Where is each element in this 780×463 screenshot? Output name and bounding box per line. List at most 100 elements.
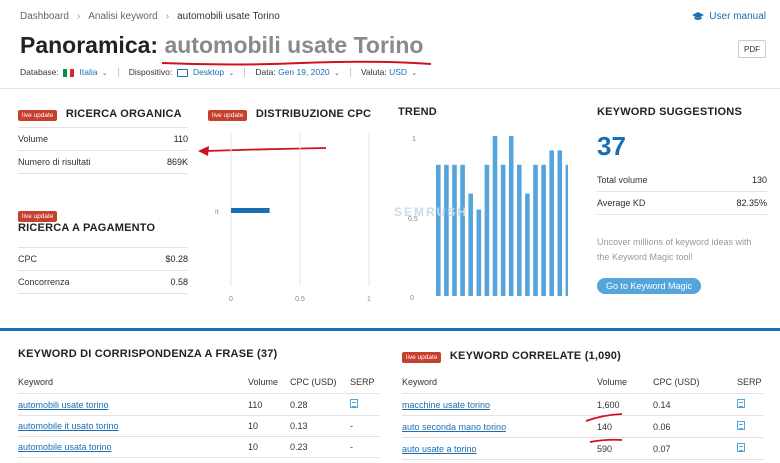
trend-bar: [541, 164, 546, 296]
keyword-link[interactable]: macchine usate torino: [402, 400, 490, 410]
keyword-link[interactable]: auto usate a torino: [402, 444, 477, 454]
table-row: auto seconda mano torino 140 0.06: [402, 415, 764, 438]
trend-bar: [444, 164, 449, 296]
row-label: Volume: [18, 134, 49, 144]
database-filter[interactable]: Database: Italia ⌄: [20, 67, 108, 77]
database-label: Database:: [20, 67, 59, 77]
serp-icon[interactable]: [737, 399, 745, 408]
related-title: KEYWORD CORRELATE (1,090): [449, 350, 621, 362]
desktop-icon: [176, 68, 188, 77]
live-update-badge: live update: [18, 211, 58, 222]
annotation-mark: [589, 438, 623, 443]
trend-bar: [460, 164, 465, 296]
serp-cell: -: [350, 415, 380, 437]
breadcrumb-current: automobili usate Torino: [177, 11, 280, 22]
paid-row-cpc: CPC $0.28: [18, 248, 188, 271]
serp-icon[interactable]: [737, 421, 745, 430]
trend-title: TREND: [398, 106, 437, 118]
currency-value: USD: [389, 67, 408, 77]
chevron-right-icon: ›: [76, 11, 81, 22]
col-keyword[interactable]: Keyword: [402, 377, 597, 394]
row-value: 869K: [166, 157, 188, 167]
table-row: macchine usate torino 1,600 0.14: [402, 393, 764, 416]
trend-bar: [468, 193, 473, 296]
cpc-tick-1: 0.5: [295, 296, 305, 303]
keyword-link[interactable]: auto seconda mano torino: [402, 422, 506, 432]
title-prefix: Panoramica:: [20, 32, 159, 58]
cpc-title: DISTRIBUZIONE CPC: [255, 108, 372, 120]
currency-filter[interactable]: Valuta: USD ⌄: [361, 67, 417, 77]
pdf-button[interactable]: PDF: [738, 40, 766, 58]
breadcrumb: Dashboard › Analisi keyword › automobili…: [20, 11, 280, 22]
trend-bar: [549, 150, 554, 296]
semrush-watermark: SEMRUSH: [394, 205, 469, 219]
cpc-chart: it 0 0.5 1: [215, 132, 371, 303]
col-cpc[interactable]: CPC (USD): [653, 377, 737, 394]
breadcrumb-dashboard[interactable]: Dashboard: [20, 11, 69, 22]
trend-bar: [517, 164, 522, 296]
volume-cell: 10: [248, 415, 290, 437]
organic-title: RICERCA ORGANICA: [65, 108, 182, 120]
divider: [349, 67, 351, 77]
paid-title: RICERCA A PAGAMENTO: [18, 222, 156, 234]
promo-line-2: the Keyword Magic tool!: [597, 252, 694, 262]
cpc-cell: 0.14: [653, 393, 737, 416]
device-filter[interactable]: Dispositivo: Desktop ⌄: [129, 67, 235, 77]
suggestions-title: KEYWORD SUGGESTIONS: [597, 106, 742, 118]
trend-bar: [476, 209, 482, 296]
organic-header: live update RICERCA ORGANICA: [18, 104, 182, 122]
paid-table: CPC $0.28 Concorrenza 0.58: [18, 247, 188, 294]
related-table: Keyword Volume CPC (USD) SERP macchine u…: [402, 377, 764, 460]
page-title: Panoramica: automobili usate Torino: [20, 32, 423, 59]
organic-row-results: Numero di risultati 869K: [18, 151, 188, 174]
breadcrumb-keyword-analysis[interactable]: Analisi keyword: [88, 11, 157, 22]
suggestions-count[interactable]: 37: [597, 131, 626, 162]
date-filter[interactable]: Data: Gen 19, 2020 ⌄: [255, 67, 339, 77]
col-serp[interactable]: SERP: [350, 377, 380, 394]
keyword-link[interactable]: automobili usate torino: [18, 400, 109, 410]
cpc-cell: 0.07: [653, 437, 737, 460]
title-keyword: automobili usate Torino: [164, 32, 424, 58]
row-value: $0.28: [165, 254, 188, 264]
trend-bar: [452, 164, 457, 296]
cpc-tick-2: 1: [367, 296, 371, 303]
paid-badge-wrap: live update: [18, 205, 58, 223]
keyword-link[interactable]: automobile usata torino: [18, 442, 112, 452]
user-manual-link[interactable]: User manual: [692, 11, 766, 22]
trend-ytick-top: 1: [412, 136, 416, 143]
chevron-down-icon: ⌄: [411, 70, 418, 77]
divider: [0, 88, 780, 89]
user-manual-label: User manual: [709, 11, 766, 22]
row-value: 110: [173, 134, 188, 144]
keyword-magic-button[interactable]: Go to Keyword Magic: [597, 278, 702, 294]
table-row: automobili usate torino 110 0.28: [18, 393, 380, 416]
col-keyword[interactable]: Keyword: [18, 377, 248, 394]
keyword-link[interactable]: automobile it usato torino: [18, 421, 119, 431]
cpc-cell: 0.23: [290, 436, 350, 458]
phrase-match-title: KEYWORD DI CORRISPONDENZA A FRASE (37): [18, 348, 278, 360]
serp-cell: -: [350, 436, 380, 458]
currency-label: Valuta:: [360, 67, 387, 77]
row-value: 0.58: [170, 277, 188, 287]
table-header-row: Keyword Volume CPC (USD) SERP: [18, 377, 380, 394]
related-header: live update KEYWORD CORRELATE (1,090): [402, 346, 621, 364]
live-update-badge: live update: [208, 110, 248, 121]
section-divider: [0, 328, 780, 331]
serp-icon[interactable]: [350, 399, 358, 408]
cpc-header: live update DISTRIBUZIONE CPC: [208, 104, 371, 122]
serp-icon[interactable]: [737, 443, 745, 452]
trend-bar: [484, 164, 490, 296]
suggestions-table: Total volume 130 Average KD 82.35%: [597, 169, 767, 215]
col-cpc[interactable]: CPC (USD): [290, 377, 350, 394]
database-value: Italia: [79, 67, 98, 77]
col-serp[interactable]: SERP: [737, 377, 764, 394]
date-label: Data:: [255, 67, 276, 77]
table-row: automobile it usato torino 10 0.13 -: [18, 415, 380, 437]
italy-flag-icon: [63, 68, 75, 77]
trend-bar: [525, 193, 530, 296]
cpc-bar-label: it: [215, 209, 219, 216]
col-volume[interactable]: Volume: [248, 377, 290, 394]
suggestions-row-volume: Total volume 130: [597, 169, 767, 192]
col-volume[interactable]: Volume: [597, 377, 653, 394]
divider: [117, 67, 119, 77]
